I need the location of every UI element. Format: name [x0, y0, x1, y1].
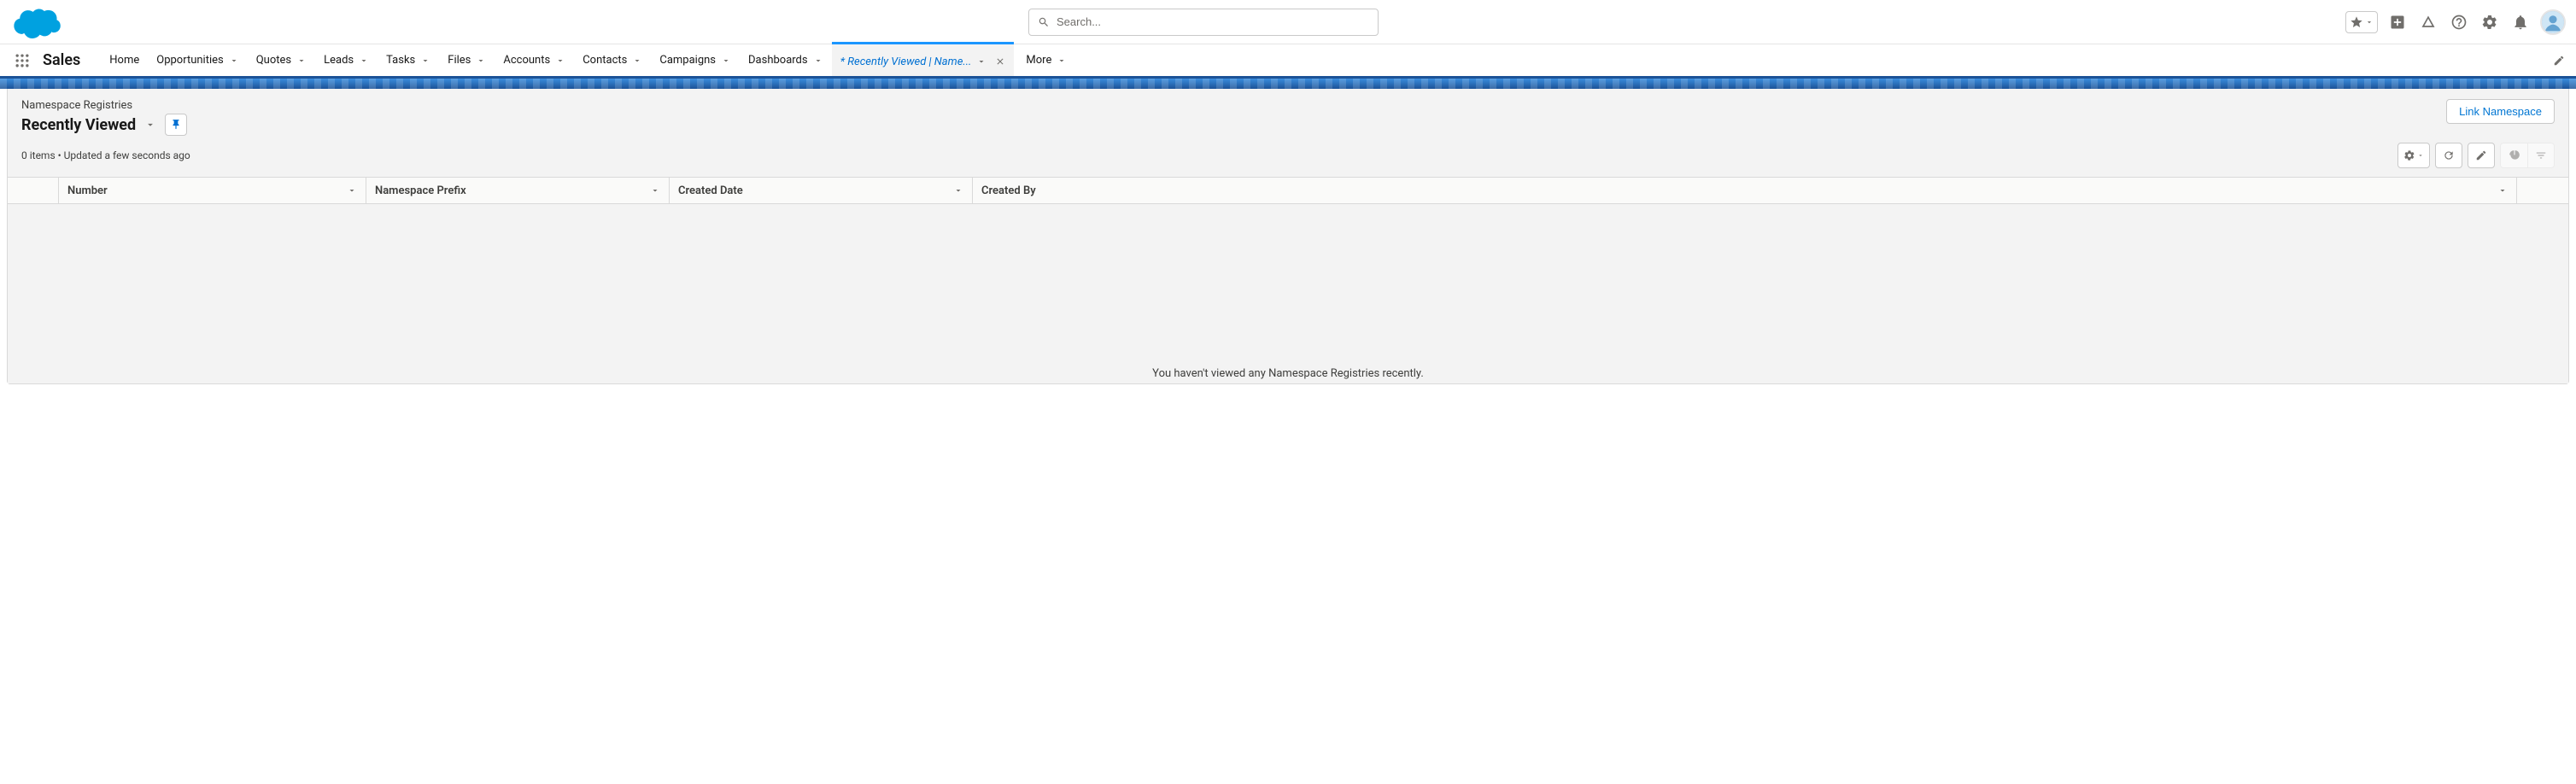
user-avatar[interactable] — [2540, 9, 2566, 35]
trailhead-icon — [2420, 14, 2437, 31]
page-card: Namespace Registries Recently Viewed Lin… — [7, 89, 2569, 384]
chevron-down-icon — [2417, 152, 2424, 159]
page-wrap: Namespace Registries Recently Viewed Lin… — [0, 89, 2576, 384]
header-actions — [2345, 9, 2566, 35]
plus-icon — [2389, 14, 2406, 31]
chart-button — [2500, 143, 2527, 168]
column-created-date[interactable]: Created Date — [670, 178, 973, 203]
chevron-down-icon[interactable] — [650, 185, 660, 196]
chevron-down-icon — [296, 56, 307, 66]
app-launcher[interactable] — [10, 49, 34, 73]
global-header — [0, 0, 2576, 44]
global-search[interactable] — [1028, 9, 1379, 36]
bell-icon — [2512, 14, 2529, 31]
nav-item-accounts[interactable]: Accounts — [495, 44, 574, 76]
nav-item-home[interactable]: Home — [101, 44, 148, 76]
meta-row: 0 items • Updated a few seconds ago — [8, 143, 2568, 177]
refresh-icon — [2443, 149, 2455, 161]
nav-item-files[interactable]: Files — [439, 44, 495, 76]
chevron-down-icon — [420, 56, 430, 66]
decorative-strip — [0, 79, 2576, 89]
app-name: Sales — [43, 51, 80, 69]
column-actions — [2517, 178, 2568, 203]
waffle-icon — [14, 52, 31, 69]
chevron-down-icon[interactable] — [953, 185, 963, 196]
chevron-down-icon — [555, 56, 565, 66]
gear-icon — [2403, 149, 2415, 161]
pencil-icon — [2553, 55, 2565, 67]
chevron-down-icon — [2365, 18, 2374, 26]
refresh-button[interactable] — [2435, 143, 2462, 168]
avatar-icon — [2542, 11, 2564, 33]
nav-item-active-tab[interactable]: * Recently Viewed | Name... — [832, 42, 1015, 76]
favorites-button[interactable] — [2345, 11, 2378, 33]
column-namespace-prefix[interactable]: Namespace Prefix — [366, 178, 670, 203]
nav-item-campaigns[interactable]: Campaigns — [651, 44, 740, 76]
notifications-button[interactable] — [2509, 11, 2532, 33]
link-namespace-button[interactable]: Link Namespace — [2446, 99, 2555, 124]
nav-item-dashboards[interactable]: Dashboards — [740, 44, 832, 76]
close-icon[interactable] — [995, 56, 1005, 67]
object-label: Namespace Registries — [21, 99, 187, 112]
search-container — [61, 9, 2345, 36]
column-created-by[interactable]: Created By — [973, 178, 2517, 203]
nav-items: Home Opportunities Quotes Leads Tasks Fi… — [101, 44, 2542, 76]
chevron-down-icon — [721, 56, 731, 66]
nav-item-leads[interactable]: Leads — [315, 44, 378, 76]
question-icon — [2450, 14, 2468, 31]
salesforce-logo[interactable] — [14, 6, 61, 38]
chevron-down-icon[interactable] — [2497, 185, 2508, 196]
pie-icon — [2509, 149, 2520, 161]
list-meta: 0 items • Updated a few seconds ago — [21, 149, 190, 161]
pin-icon — [170, 119, 182, 131]
chevron-down-icon — [229, 56, 239, 66]
chevron-down-icon — [1057, 56, 1067, 66]
edit-nav-button[interactable] — [2542, 55, 2576, 67]
salesforce-help-button[interactable] — [2417, 11, 2439, 33]
star-icon — [2350, 15, 2363, 29]
chevron-down-icon — [476, 56, 486, 66]
chevron-down-icon — [976, 56, 986, 67]
empty-state: You haven't viewed any Namespace Registr… — [8, 204, 2568, 383]
nav-more[interactable]: More — [1014, 44, 1079, 76]
edit-list-button[interactable] — [2468, 143, 2495, 168]
pin-button[interactable] — [165, 114, 187, 136]
column-number[interactable]: Number — [59, 178, 366, 203]
chevron-down-icon — [359, 56, 369, 66]
chevron-down-icon[interactable] — [347, 185, 357, 196]
page-header: Namespace Registries Recently Viewed Lin… — [8, 89, 2568, 143]
chevron-down-icon — [632, 56, 642, 66]
nav-item-tasks[interactable]: Tasks — [378, 44, 439, 76]
column-checkbox[interactable] — [8, 178, 59, 203]
gear-icon — [2481, 14, 2498, 31]
nav-item-contacts[interactable]: Contacts — [574, 44, 651, 76]
empty-message: You haven't viewed any Namespace Registr… — [1152, 367, 1424, 380]
filter-button — [2527, 143, 2555, 168]
help-button[interactable] — [2448, 11, 2470, 33]
table-header: Number Namespace Prefix Created Date Cre… — [8, 177, 2568, 204]
nav-item-opportunities[interactable]: Opportunities — [148, 44, 247, 76]
list-toolbar — [2397, 143, 2555, 168]
setup-button[interactable] — [2479, 11, 2501, 33]
search-icon — [1038, 16, 1050, 28]
nav-item-quotes[interactable]: Quotes — [248, 44, 315, 76]
chevron-down-icon — [813, 56, 823, 66]
filter-icon — [2535, 149, 2547, 161]
add-button[interactable] — [2386, 11, 2409, 33]
nav-bar: Sales Home Opportunities Quotes Leads Ta… — [0, 44, 2576, 79]
pencil-icon — [2475, 149, 2487, 161]
list-settings-button[interactable] — [2397, 143, 2430, 168]
search-input[interactable] — [1057, 15, 1369, 28]
chevron-down-icon[interactable] — [144, 119, 156, 131]
list-view-name[interactable]: Recently Viewed — [21, 116, 136, 134]
